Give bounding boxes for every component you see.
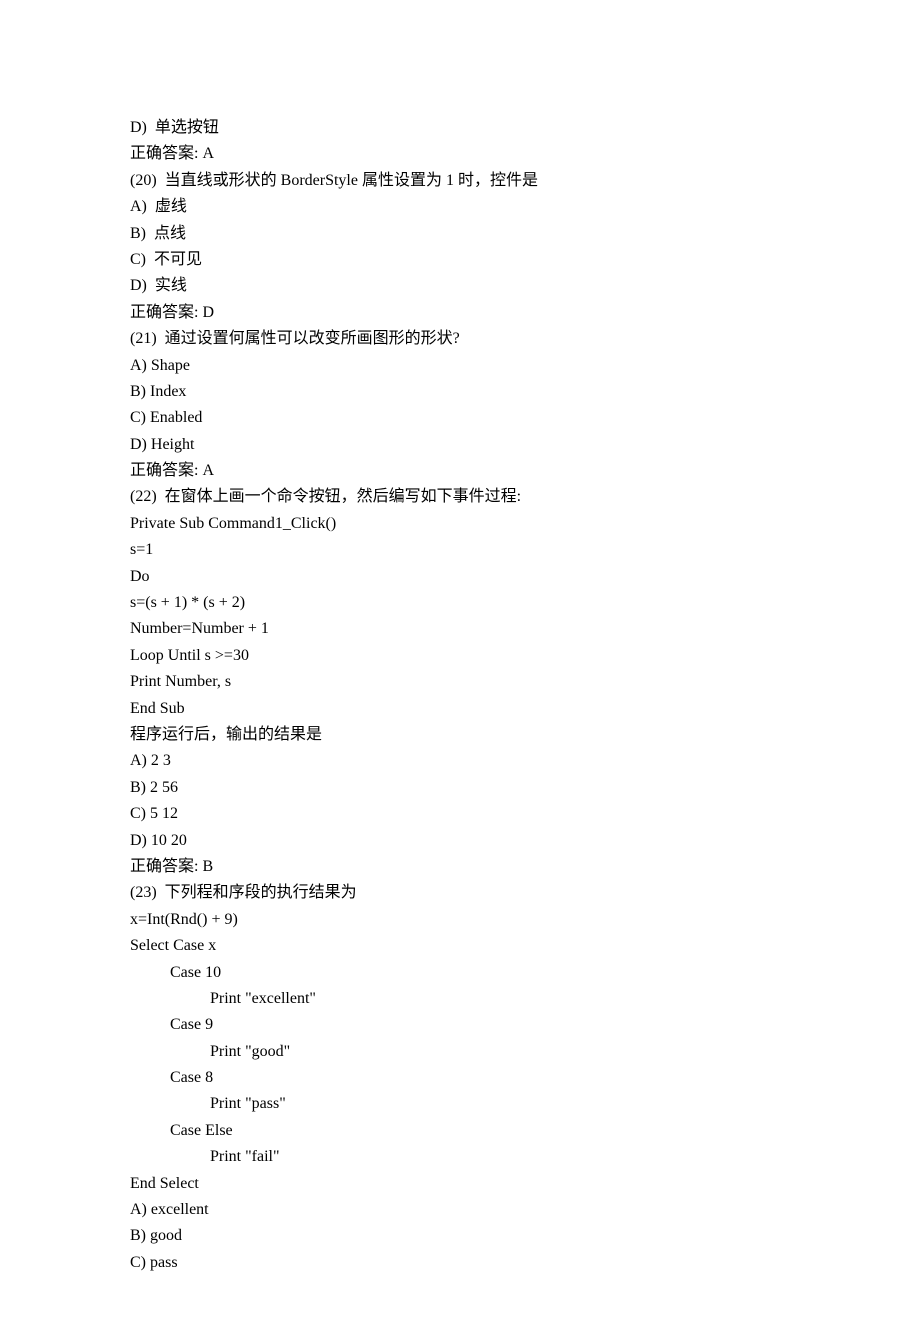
- text-line: s=(s + 1) * (s + 2): [130, 590, 790, 616]
- text-line: Case 9: [130, 1012, 790, 1038]
- text-line: (22) 在窗体上画一个命令按钮，然后编写如下事件过程:: [130, 484, 790, 510]
- text-line: D) 10 20: [130, 828, 790, 854]
- text-line: D) 单选按钮: [130, 115, 790, 141]
- text-line: Select Case x: [130, 933, 790, 959]
- text-line: D) Height: [130, 432, 790, 458]
- text-line: B) good: [130, 1223, 790, 1249]
- text-line: (23) 下列程和序段的执行结果为: [130, 880, 790, 906]
- text-line: Print "good": [130, 1039, 790, 1065]
- text-line: C) 不可见: [130, 247, 790, 273]
- text-line: C) 5 12: [130, 801, 790, 827]
- text-line: Case 10: [130, 960, 790, 986]
- document-body: D) 单选按钮正确答案: A(20) 当直线或形状的 BorderStyle 属…: [130, 115, 790, 1276]
- text-line: 程序运行后，输出的结果是: [130, 722, 790, 748]
- text-line: s=1: [130, 537, 790, 563]
- text-line: A) excellent: [130, 1197, 790, 1223]
- text-line: B) 点线: [130, 221, 790, 247]
- text-line: Print Number, s: [130, 669, 790, 695]
- text-line: End Sub: [130, 696, 790, 722]
- text-line: Private Sub Command1_Click(): [130, 511, 790, 537]
- text-line: Print "excellent": [130, 986, 790, 1012]
- text-line: A) 2 3: [130, 748, 790, 774]
- text-line: B) 2 56: [130, 775, 790, 801]
- text-line: x=Int(Rnd() + 9): [130, 907, 790, 933]
- text-line: Print "fail": [130, 1144, 790, 1170]
- text-line: A) Shape: [130, 353, 790, 379]
- text-line: Case Else: [130, 1118, 790, 1144]
- text-line: Number=Number + 1: [130, 616, 790, 642]
- text-line: C) Enabled: [130, 405, 790, 431]
- text-line: A) 虚线: [130, 194, 790, 220]
- text-line: Loop Until s >=30: [130, 643, 790, 669]
- text-line: 正确答案: A: [130, 458, 790, 484]
- text-line: 正确答案: A: [130, 141, 790, 167]
- text-line: 正确答案: B: [130, 854, 790, 880]
- text-line: (21) 通过设置何属性可以改变所画图形的形状?: [130, 326, 790, 352]
- text-line: B) Index: [130, 379, 790, 405]
- text-line: Case 8: [130, 1065, 790, 1091]
- text-line: Do: [130, 564, 790, 590]
- text-line: End Select: [130, 1171, 790, 1197]
- text-line: 正确答案: D: [130, 300, 790, 326]
- text-line: Print "pass": [130, 1091, 790, 1117]
- text-line: C) pass: [130, 1250, 790, 1276]
- text-line: D) 实线: [130, 273, 790, 299]
- text-line: (20) 当直线或形状的 BorderStyle 属性设置为 1 时，控件是: [130, 168, 790, 194]
